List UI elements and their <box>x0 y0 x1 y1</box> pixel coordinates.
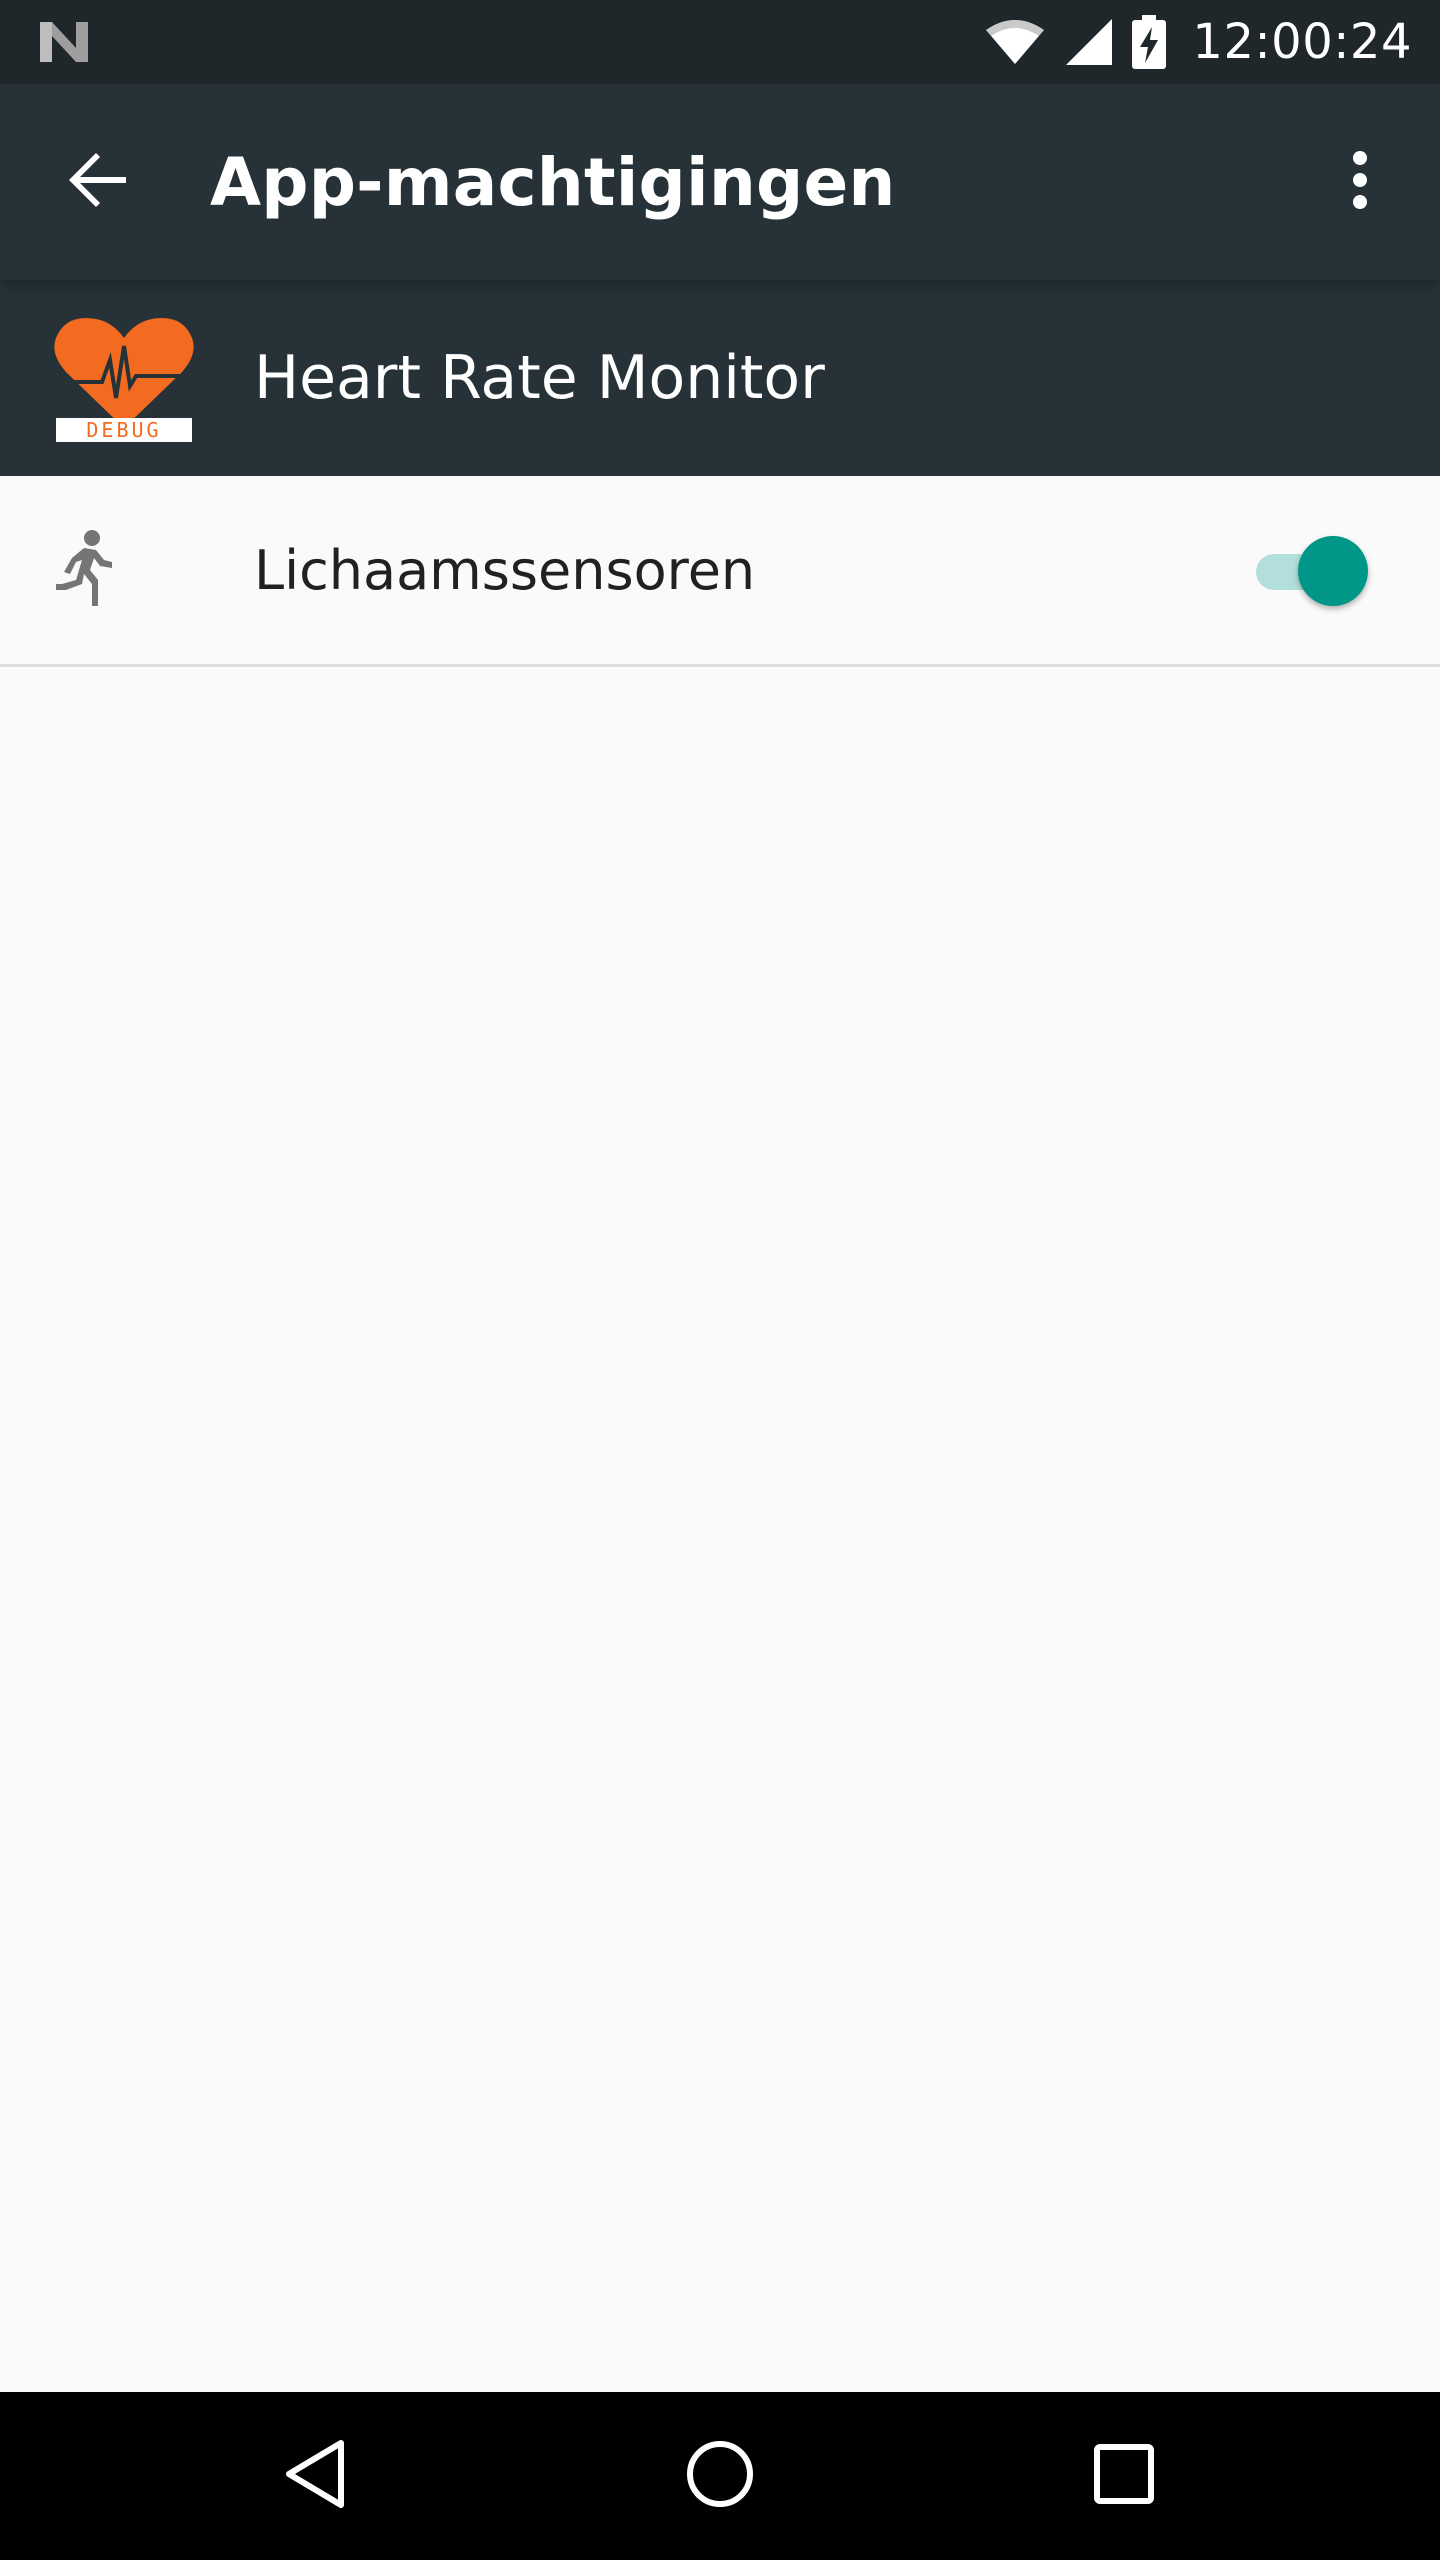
back-triangle-icon <box>281 2437 351 2515</box>
heart-rate-app-icon: DEBUG <box>50 316 198 444</box>
nav-home-button[interactable] <box>660 2416 780 2536</box>
toggle-thumb <box>1298 536 1368 606</box>
wifi-icon <box>984 18 1046 66</box>
status-time: 12:00:24 <box>1192 14 1412 70</box>
running-person-icon <box>44 528 128 612</box>
app-name: Heart Rate Monitor <box>254 343 825 413</box>
signal-icon <box>1064 17 1114 67</box>
more-options-button[interactable] <box>1318 140 1402 224</box>
app-bar: App-machtigingen <box>0 84 1440 280</box>
body-sensors-toggle[interactable] <box>1250 532 1380 608</box>
navigation-bar <box>0 2392 1440 2560</box>
recents-square-icon <box>1092 2442 1156 2510</box>
more-vert-icon <box>1350 150 1370 214</box>
status-icons: 12:00:24 <box>984 0 1412 84</box>
app-header: DEBUG Heart Rate Monitor <box>0 280 1440 476</box>
permission-row-body-sensors[interactable]: Lichaamssensoren <box>0 476 1440 667</box>
home-circle-icon <box>684 2438 756 2514</box>
battery-charging-icon <box>1132 15 1167 69</box>
debug-badge-label: DEBUG <box>86 418 162 442</box>
nav-recents-button[interactable] <box>1064 2416 1184 2536</box>
status-bar: 12:00:24 <box>0 0 1440 84</box>
back-button[interactable] <box>56 140 140 224</box>
permission-label: Lichaamssensoren <box>254 538 756 602</box>
page-title: App-machtigingen <box>210 143 896 221</box>
arrow-back-icon <box>66 148 130 216</box>
nav-back-button[interactable] <box>256 2416 376 2536</box>
app-permissions-screen: 12:00:24 App-machtigingen DEBUG Heart Ra… <box>0 0 1440 2560</box>
android-n-logo-icon <box>36 18 92 66</box>
